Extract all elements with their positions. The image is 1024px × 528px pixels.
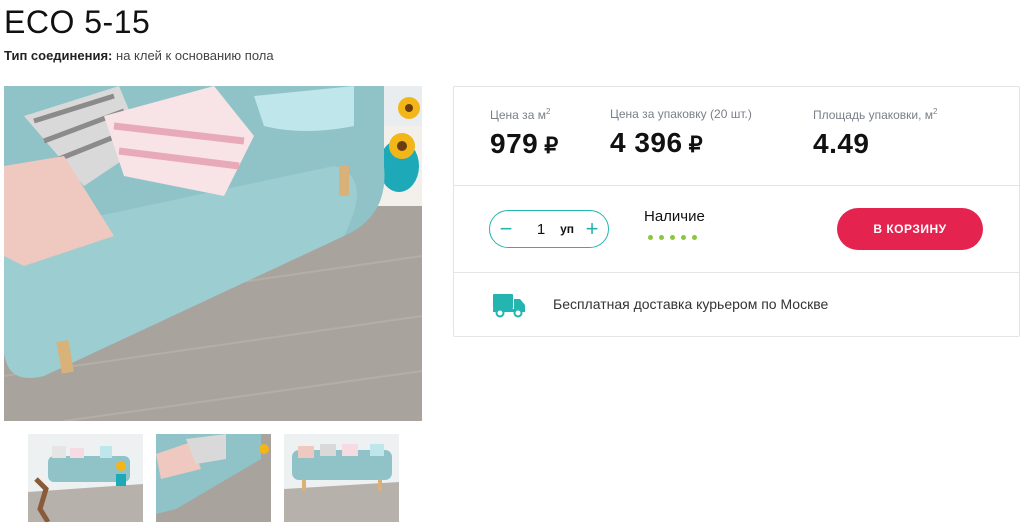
availability-dot [670, 235, 675, 240]
thumbnail-2[interactable] [156, 434, 271, 522]
connection-type-label: Тип соединения: [4, 48, 113, 63]
price-per-pack-label: Цена за упаковку (20 шт.) [610, 107, 752, 121]
ruble-sign: ₽ [688, 132, 704, 157]
price-per-m2-value: 979 [490, 128, 539, 159]
pack-area: Площадь упаковки, м2 4.49 [813, 107, 938, 160]
quantity-unit: уп [560, 222, 574, 236]
thumbnail-2-image [156, 434, 271, 522]
availability-indicator [648, 235, 705, 240]
price-per-m2: Цена за м2 979 ₽ [490, 107, 559, 160]
connection-type-value: на клей к основанию пола [116, 48, 274, 63]
connection-type: Тип соединения: на клей к основанию пола [4, 48, 274, 63]
availability-dot [692, 235, 697, 240]
pack-area-label: Площадь упаковки, м [813, 108, 934, 122]
sofa-scene-image [4, 86, 422, 421]
thumbnail-3-image [284, 434, 399, 522]
thumbnail-1-image [28, 434, 143, 522]
truck-icon [493, 294, 525, 318]
main-product-photo[interactable] [4, 86, 422, 421]
add-to-cart-button[interactable]: В КОРЗИНУ [837, 208, 983, 250]
pack-area-sup: 2 [933, 107, 938, 116]
availability-dot [648, 235, 653, 240]
quantity-value[interactable]: 1 [522, 221, 560, 238]
ruble-sign: ₽ [544, 133, 559, 158]
price-per-pack-value: 4 396 [610, 127, 683, 158]
pack-area-value: 4.49 [813, 128, 870, 159]
availability: Наличие [644, 208, 705, 240]
availability-dot [681, 235, 686, 240]
availability-dot [659, 235, 664, 240]
quantity-stepper[interactable]: − 1 уп + [489, 210, 609, 248]
quantity-increase-button[interactable]: + [576, 211, 608, 247]
availability-label: Наличие [644, 208, 705, 225]
thumbnail-1[interactable] [28, 434, 143, 522]
delivery-text: Бесплатная доставка курьером по Москве [553, 296, 829, 312]
thumbnail-strip [28, 434, 399, 522]
price-per-m2-sup: 2 [545, 107, 551, 116]
product-title: ECO 5-15 [4, 4, 151, 40]
price-per-m2-label: Цена за м [490, 108, 546, 122]
quantity-decrease-button[interactable]: − [490, 211, 522, 247]
thumbnail-3[interactable] [284, 434, 399, 522]
price-per-pack: Цена за упаковку (20 шт.) 4 396 ₽ [610, 107, 752, 159]
prices-row: Цена за м2 979 ₽ Цена за упаковку (20 шт.… [454, 87, 1019, 186]
